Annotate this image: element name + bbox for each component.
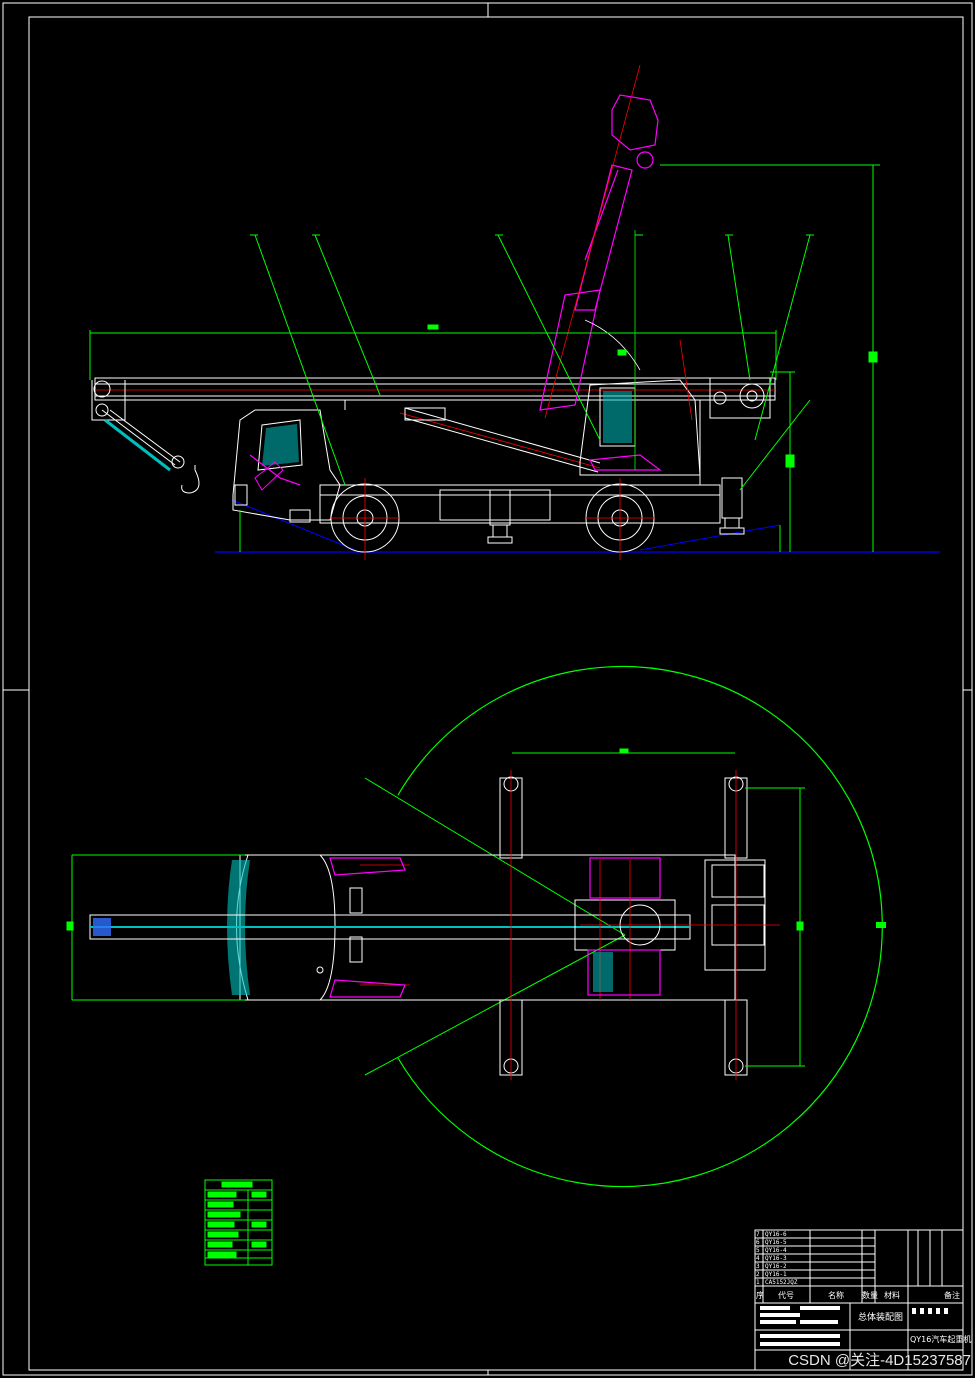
spec-table xyxy=(204,1179,273,1266)
header-material: 材料 xyxy=(884,1290,900,1300)
side-view xyxy=(89,64,940,560)
part-index: 4 xyxy=(756,1255,760,1262)
header-quantity: 数量 xyxy=(862,1290,878,1300)
cab-window xyxy=(249,419,303,491)
plan-dimensions xyxy=(66,748,805,1067)
plan-view xyxy=(66,665,886,1188)
part-code: QY16-2 xyxy=(765,1263,787,1270)
plan-centerlines xyxy=(360,770,780,1080)
part-index: 5 xyxy=(756,1247,760,1254)
drawing-name: 总体装配图 xyxy=(858,1311,903,1323)
sheet-frame xyxy=(2,2,973,1376)
main-boom xyxy=(91,377,776,421)
part-code: QY16-6 xyxy=(765,1231,787,1238)
watermark: CSDN @关注-4D15237587 xyxy=(788,1352,971,1369)
header-code: 代号 xyxy=(778,1290,794,1300)
part-code: QY16-5 xyxy=(765,1239,787,1246)
luffing-cylinder xyxy=(399,407,601,473)
product-name: QY16汽车起重机 xyxy=(910,1334,971,1344)
part-index: 3 xyxy=(756,1263,760,1270)
header-remarks: 备注 xyxy=(944,1290,960,1300)
header-name: 名称 xyxy=(828,1290,844,1300)
part-code: QY16-3 xyxy=(765,1255,787,1262)
part-index: 2 xyxy=(756,1271,760,1278)
part-code: QY16-4 xyxy=(765,1247,787,1254)
header-index: 序 xyxy=(756,1290,764,1300)
parts-header: 序 代号 名称 数量 材料 备注 xyxy=(756,1290,960,1300)
part-code: CA5152JQZ xyxy=(765,1279,798,1286)
side-dimensions xyxy=(89,164,880,552)
assembly-drawing: 7 QY16-6 6 QY16-5 5 QY16-4 4 QY16-3 3 QY… xyxy=(2,2,973,1376)
callout-leaders xyxy=(250,234,814,491)
part-index: 7 xyxy=(756,1231,760,1238)
part-code: QY16-1 xyxy=(765,1271,787,1278)
truck-chassis xyxy=(232,399,721,524)
part-index: 1 xyxy=(756,1279,760,1286)
part-index: 6 xyxy=(756,1239,760,1246)
boom-hook xyxy=(101,409,200,494)
